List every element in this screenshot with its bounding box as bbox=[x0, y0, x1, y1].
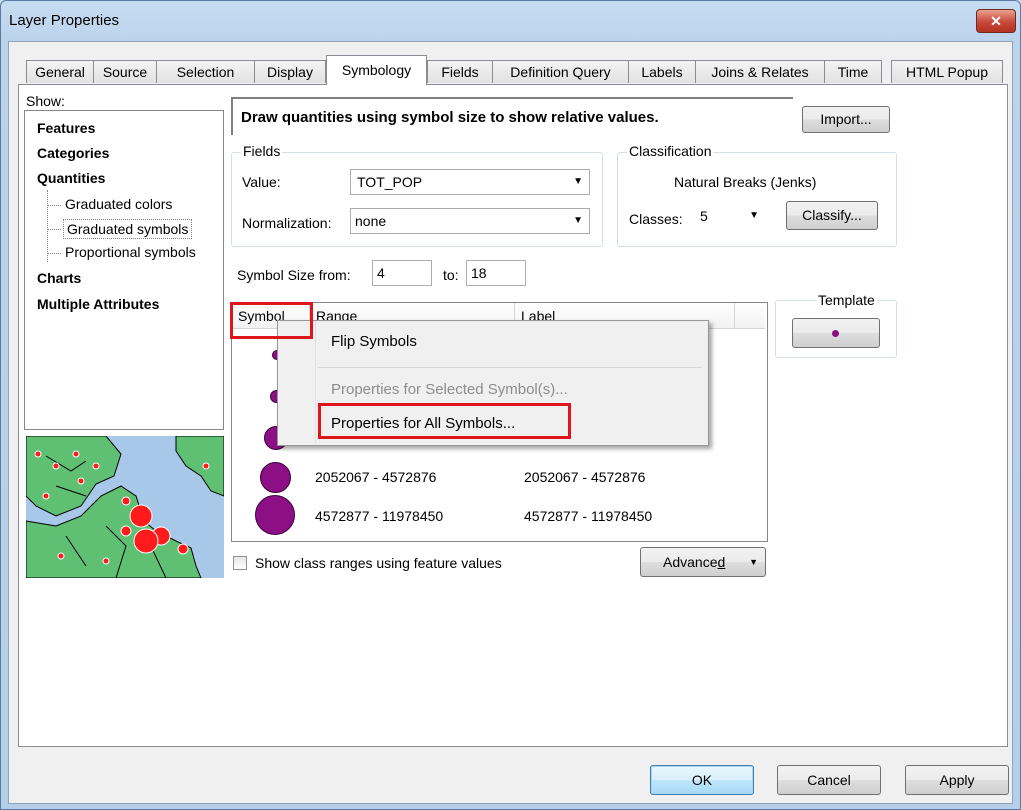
label-cell[interactable]: 2052067 - 4572876 bbox=[524, 469, 645, 485]
close-icon: ✕ bbox=[990, 12, 1002, 29]
tree-item-charts[interactable]: Charts bbox=[37, 270, 81, 286]
tab-symbology[interactable]: Symbology bbox=[326, 55, 427, 85]
tab-display[interactable]: Display bbox=[254, 60, 326, 83]
range-cell[interactable]: 4572877 - 11978450 bbox=[315, 508, 443, 524]
apply-button[interactable]: Apply bbox=[905, 765, 1009, 795]
symbol-size-to-input[interactable]: 18 bbox=[466, 260, 526, 286]
chevron-down-icon: ▼ bbox=[749, 210, 759, 221]
show-class-ranges-checkbox[interactable] bbox=[233, 556, 247, 570]
chevron-down-icon: ▼ bbox=[749, 557, 758, 567]
cancel-button[interactable]: Cancel bbox=[777, 765, 881, 795]
tree-item-multiple-attributes[interactable]: Multiple Attributes bbox=[37, 296, 159, 312]
classification-method: Natural Breaks (Jenks) bbox=[674, 174, 817, 190]
tree-item-categories[interactable]: Categories bbox=[37, 145, 109, 161]
window-title: Layer Properties bbox=[9, 12, 120, 29]
template-symbol-icon bbox=[832, 330, 839, 337]
context-menu-gutter bbox=[315, 321, 316, 443]
tab-selection[interactable]: Selection bbox=[156, 60, 255, 83]
highlight-symbol-header bbox=[230, 302, 313, 339]
normalization-label: Normalization: bbox=[242, 215, 332, 231]
tab-general[interactable]: General bbox=[26, 60, 94, 83]
tree-connector bbox=[47, 229, 61, 230]
tree-connector bbox=[47, 253, 61, 254]
tree-item-graduated-colors[interactable]: Graduated colors bbox=[65, 196, 172, 212]
classification-groupbox bbox=[617, 152, 897, 247]
description-text: Draw quantities using symbol size to sho… bbox=[241, 109, 659, 126]
class-symbol-4[interactable] bbox=[260, 462, 291, 493]
value-field-current: TOT_POP bbox=[357, 174, 423, 190]
tab-fields[interactable]: Fields bbox=[427, 60, 493, 83]
menu-item-flip-symbols[interactable]: Flip Symbols bbox=[331, 333, 417, 350]
symbol-size-to-label: to: bbox=[443, 267, 459, 283]
label-cell[interactable]: 4572877 - 11978450 bbox=[524, 508, 652, 524]
close-button[interactable]: ✕ bbox=[976, 9, 1016, 33]
symbol-size-from-input[interactable]: 4 bbox=[372, 260, 432, 286]
tab-definition-query[interactable]: Definition Query bbox=[492, 60, 629, 83]
tree-item-quantities[interactable]: Quantities bbox=[37, 170, 105, 186]
import-button[interactable]: Import... bbox=[802, 106, 890, 133]
class-symbol-5[interactable] bbox=[255, 495, 295, 535]
chevron-down-icon: ▼ bbox=[573, 176, 583, 187]
normalization-current: none bbox=[355, 213, 387, 229]
range-cell[interactable]: 2052067 - 4572876 bbox=[315, 469, 436, 485]
tab-labels[interactable]: Labels bbox=[628, 60, 696, 83]
advanced-button[interactable]: Advanced ▼ bbox=[640, 547, 766, 577]
advanced-label: Advance bbox=[663, 554, 718, 570]
menu-separator bbox=[318, 367, 702, 368]
column-header-spacer bbox=[735, 303, 765, 329]
value-label: Value: bbox=[242, 174, 281, 190]
tab-html-popup[interactable]: HTML Popup bbox=[891, 60, 1003, 83]
classes-label: Classes: bbox=[629, 211, 683, 227]
highlight-properties-all bbox=[318, 403, 571, 439]
fields-group-title: Fields bbox=[241, 143, 283, 159]
tree-item-proportional-symbols[interactable]: Proportional symbols bbox=[65, 244, 196, 260]
value-field-select[interactable]: TOT_POP ▼ bbox=[350, 169, 590, 195]
tree-connector bbox=[47, 190, 48, 262]
ok-button[interactable]: OK bbox=[650, 765, 754, 795]
advanced-mnemonic: d bbox=[717, 554, 726, 570]
tree-item-features[interactable]: Features bbox=[37, 120, 95, 136]
tab-joins-relates[interactable]: Joins & Relates bbox=[695, 60, 825, 83]
tree-connector bbox=[47, 205, 61, 206]
show-label: Show: bbox=[26, 93, 65, 109]
classify-button[interactable]: Classify... bbox=[786, 201, 878, 230]
chevron-down-icon: ▼ bbox=[573, 215, 583, 226]
menu-item-properties-selected: Properties for Selected Symbol(s)... bbox=[331, 381, 568, 398]
tab-source[interactable]: Source bbox=[93, 60, 157, 83]
classes-select[interactable]: 5 ▼ bbox=[697, 204, 765, 230]
symbol-size-from-label: Symbol Size from: bbox=[237, 267, 351, 283]
tree-item-graduated-symbols[interactable]: Graduated symbols bbox=[63, 219, 193, 239]
template-group-title: Template bbox=[816, 292, 877, 308]
tab-time[interactable]: Time bbox=[824, 60, 882, 83]
show-class-ranges-label: Show class ranges using feature values bbox=[255, 555, 502, 571]
normalization-select[interactable]: none ▼ bbox=[350, 208, 590, 234]
classification-group-title: Classification bbox=[627, 143, 714, 159]
classes-current: 5 bbox=[700, 208, 708, 224]
template-symbol-button[interactable] bbox=[792, 318, 880, 348]
symbology-preview-map bbox=[26, 436, 224, 578]
